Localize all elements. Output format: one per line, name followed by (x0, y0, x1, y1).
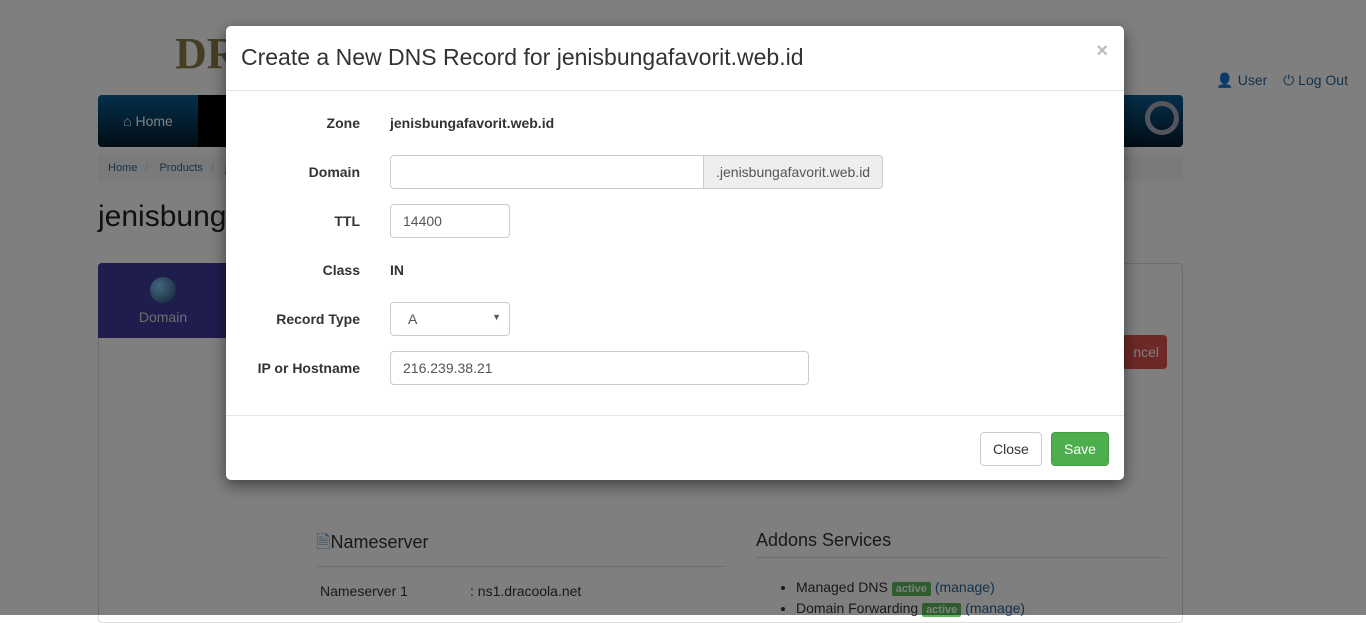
domain-suffix: .jenisbungafavorit.web.id (703, 155, 883, 189)
modal-title: Create a New DNS Record for jenisbungafa… (241, 44, 804, 70)
zone-label: Zone (326, 115, 360, 131)
chevron-down-icon: ▼ (492, 312, 501, 322)
record-type-label: Record Type (276, 311, 360, 327)
close-icon[interactable]: × (1096, 40, 1108, 63)
close-button[interactable]: Close (980, 432, 1042, 466)
class-value: IN (390, 262, 404, 278)
ttl-label: TTL (334, 213, 360, 229)
domain-label: Domain (308, 164, 360, 180)
save-button[interactable]: Save (1051, 432, 1109, 466)
dns-record-modal: Create a New DNS Record for jenisbungafa… (226, 26, 1124, 480)
modal-header: Create a New DNS Record for jenisbungafa… (226, 26, 1124, 91)
class-label: Class (322, 262, 360, 278)
ip-label: IP or Hostname (257, 360, 360, 376)
ip-hostname-input[interactable] (390, 351, 809, 385)
modal-footer: Close Save (226, 415, 1124, 480)
record-type-select[interactable]: A ▼ (390, 302, 510, 336)
domain-input[interactable] (390, 155, 704, 189)
zone-value: jenisbungafavorit.web.id (390, 115, 555, 131)
ttl-input[interactable] (390, 204, 510, 238)
